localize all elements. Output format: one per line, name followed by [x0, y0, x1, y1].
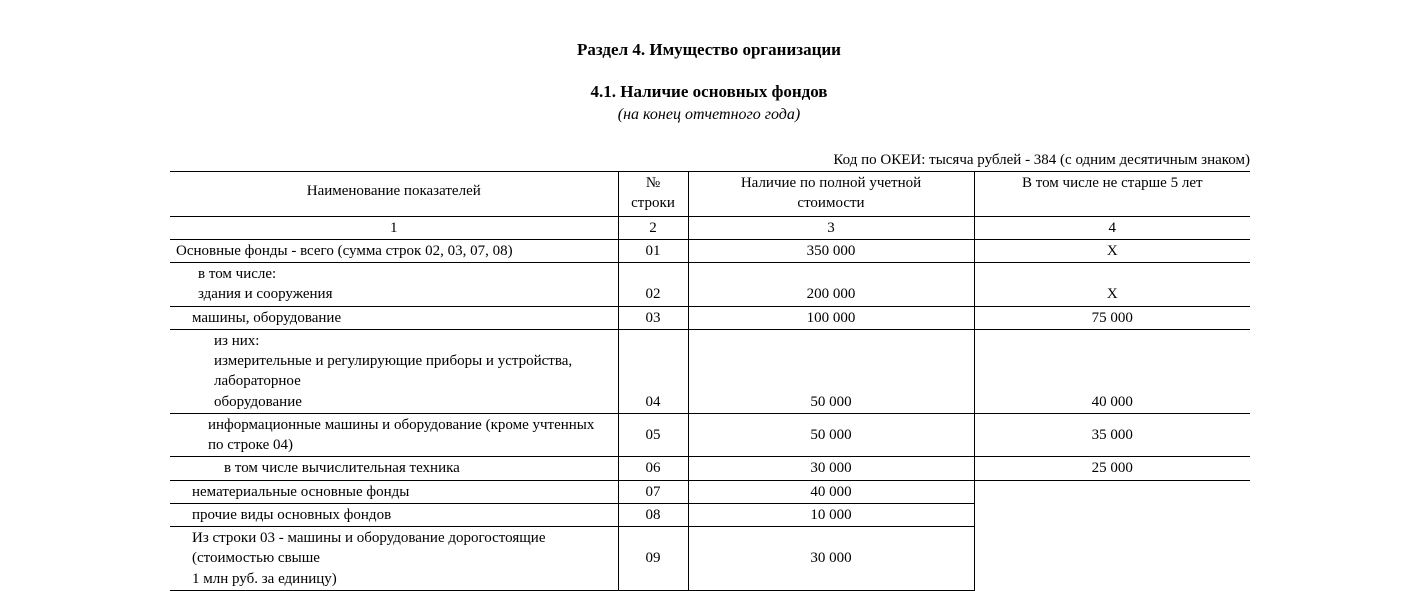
- row-val: 30 000: [688, 457, 974, 480]
- row-val: 100 000: [688, 306, 974, 329]
- row-label: Основные фонды - всего (сумма строк 02, …: [170, 239, 618, 262]
- row-label: информационные машины и оборудование (кр…: [170, 413, 618, 457]
- table-row: информационные машины и оборудование (кр…: [170, 413, 1250, 457]
- row-label: в том числе: здания и сооружения: [170, 263, 618, 307]
- table-row: в том числе: здания и сооружения 02 200 …: [170, 263, 1250, 307]
- table-row: прочие виды основных фондов 08 10 000: [170, 503, 1250, 526]
- row-num: 05: [618, 413, 688, 457]
- row-num: 09: [618, 527, 688, 591]
- table-row: машины, оборудование 03 100 000 75 000: [170, 306, 1250, 329]
- row-label: в том числе вычислительная техника: [170, 457, 618, 480]
- row-num: 07: [618, 480, 688, 503]
- subsection-title: 4.1. Наличие основных фондов: [0, 82, 1418, 102]
- subtitle-italic: (на конец отчетного года): [0, 106, 1418, 124]
- fixed-assets-table: Наименование показателей № строки Наличи…: [170, 171, 1250, 591]
- colnum-1: 1: [170, 216, 618, 239]
- table-row: Основные фонды - всего (сумма строк 02, …: [170, 239, 1250, 262]
- table-row: из них: измерительные и регулирующие при…: [170, 329, 1250, 413]
- row-age: 35 000: [974, 413, 1250, 457]
- th-full-value: Наличие по полной учетной стоимости: [688, 172, 974, 217]
- row-num: 04: [618, 329, 688, 413]
- row-val: 40 000: [688, 480, 974, 503]
- row-label: машины, оборудование: [170, 306, 618, 329]
- row-val: 200 000: [688, 263, 974, 307]
- column-number-row: 1 2 3 4: [170, 216, 1250, 239]
- section-title: Раздел 4. Имущество организации: [0, 40, 1418, 60]
- row-age: 25 000: [974, 457, 1250, 480]
- row-age: 75 000: [974, 306, 1250, 329]
- row-age: 40 000: [974, 329, 1250, 413]
- row-val: 10 000: [688, 503, 974, 526]
- row-val: 50 000: [688, 329, 974, 413]
- th-name: Наименование показателей: [170, 172, 618, 217]
- row-val: 350 000: [688, 239, 974, 262]
- okei-note: Код по ОКЕИ: тысяча рублей - 384 (с одни…: [170, 152, 1250, 169]
- table-row: Из строки 03 - машины и оборудование дор…: [170, 527, 1250, 591]
- table-header-row: Наименование показателей № строки Наличи…: [170, 172, 1250, 217]
- row-val: 50 000: [688, 413, 974, 457]
- row-num: 01: [618, 239, 688, 262]
- table-row: в том числе вычислительная техника 06 30…: [170, 457, 1250, 480]
- row-label: прочие виды основных фондов: [170, 503, 618, 526]
- row-label: из них: измерительные и регулирующие при…: [170, 329, 618, 413]
- th-row-no: № строки: [618, 172, 688, 217]
- row-num: 02: [618, 263, 688, 307]
- table-row: нематериальные основные фонды 07 40 000: [170, 480, 1250, 503]
- colnum-4: 4: [974, 216, 1250, 239]
- row-num: 06: [618, 457, 688, 480]
- row-num: 03: [618, 306, 688, 329]
- row-label: Из строки 03 - машины и оборудование дор…: [170, 527, 618, 591]
- row-label: нематериальные основные фонды: [170, 480, 618, 503]
- colnum-2: 2: [618, 216, 688, 239]
- row-num: 08: [618, 503, 688, 526]
- th-age5: В том числе не старше 5 лет: [974, 172, 1250, 217]
- colnum-3: 3: [688, 216, 974, 239]
- row-val: 30 000: [688, 527, 974, 591]
- row-age: Х: [974, 263, 1250, 307]
- row-age: Х: [974, 239, 1250, 262]
